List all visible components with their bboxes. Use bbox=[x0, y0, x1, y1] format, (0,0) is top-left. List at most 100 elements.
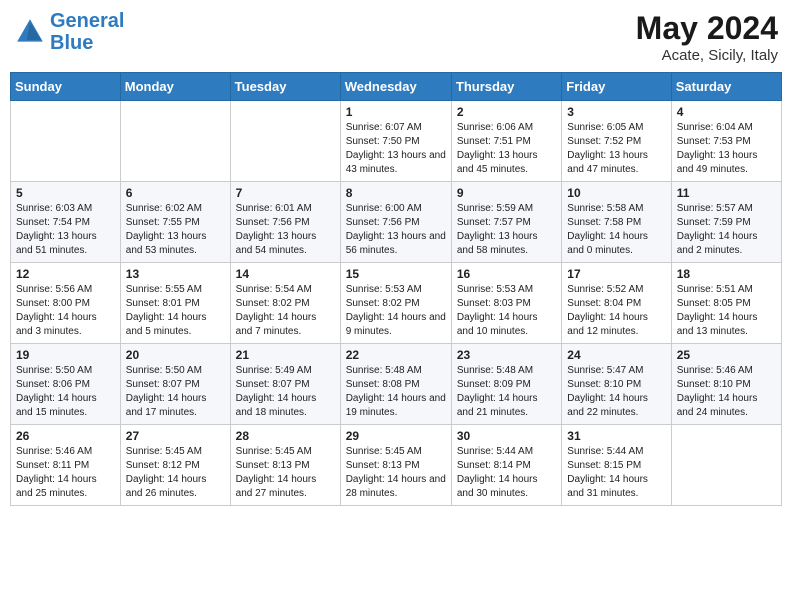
day-info: Sunrise: 5:48 AM Sunset: 8:08 PM Dayligh… bbox=[346, 364, 446, 420]
calendar-cell: 29 Sunrise: 5:45 AM Sunset: 8:13 PM Dayli… bbox=[340, 425, 451, 506]
day-number: 27 bbox=[126, 429, 225, 443]
day-number: 25 bbox=[677, 348, 776, 362]
day-info: Sunrise: 5:59 AM Sunset: 7:57 PM Dayligh… bbox=[457, 202, 556, 258]
day-number: 19 bbox=[16, 348, 115, 362]
day-info: Sunrise: 5:54 AM Sunset: 8:02 PM Dayligh… bbox=[236, 283, 335, 339]
weekday-header-saturday: Saturday bbox=[671, 73, 781, 101]
calendar-cell: 22 Sunrise: 5:48 AM Sunset: 8:08 PM Dayli… bbox=[340, 344, 451, 425]
logo-blue: Blue bbox=[50, 32, 93, 54]
calendar-week-row: 19 Sunrise: 5:50 AM Sunset: 8:06 PM Dayli… bbox=[11, 344, 782, 425]
calendar-cell bbox=[671, 425, 781, 506]
day-number: 1 bbox=[346, 105, 446, 119]
day-number: 15 bbox=[346, 267, 446, 281]
calendar-cell: 12Sunrise: 5:56 AM Sunset: 8:00 PM Dayli… bbox=[11, 263, 121, 344]
day-info: Sunrise: 5:53 AM Sunset: 8:03 PM Dayligh… bbox=[457, 283, 556, 339]
day-info: Sunrise: 6:06 AM Sunset: 7:51 PM Dayligh… bbox=[457, 121, 556, 177]
calendar-cell: 13 Sunrise: 5:55 AM Sunset: 8:01 PM Dayli… bbox=[120, 263, 230, 344]
calendar-cell: 15 Sunrise: 5:53 AM Sunset: 8:02 PM Dayli… bbox=[340, 263, 451, 344]
day-info: Sunrise: 5:55 AM Sunset: 8:01 PM Dayligh… bbox=[126, 283, 225, 339]
calendar-cell: 25 Sunrise: 5:46 AM Sunset: 8:10 PM Dayli… bbox=[671, 344, 781, 425]
day-number: 17 bbox=[567, 267, 665, 281]
calendar-table: SundayMondayTuesdayWednesdayThursdayFrid… bbox=[10, 72, 782, 506]
day-number: 9 bbox=[457, 186, 556, 200]
calendar-week-row: 12Sunrise: 5:56 AM Sunset: 8:00 PM Dayli… bbox=[11, 263, 782, 344]
weekday-header-tuesday: Tuesday bbox=[230, 73, 340, 101]
day-info: Sunrise: 6:04 AM Sunset: 7:53 PM Dayligh… bbox=[677, 121, 776, 177]
day-info: Sunrise: 5:45 AM Sunset: 8:13 PM Dayligh… bbox=[236, 445, 335, 501]
page-header: General Blue May 2024 Acate, Sicily, Ita… bbox=[10, 10, 782, 64]
day-info: Sunrise: 5:46 AM Sunset: 8:10 PM Dayligh… bbox=[677, 364, 776, 420]
day-info: Sunrise: 5:50 AM Sunset: 8:06 PM Dayligh… bbox=[16, 364, 115, 420]
calendar-cell: 8 Sunrise: 6:00 AM Sunset: 7:56 PM Daylig… bbox=[340, 182, 451, 263]
day-number: 31 bbox=[567, 429, 665, 443]
day-number: 22 bbox=[346, 348, 446, 362]
calendar-cell: 27 Sunrise: 5:45 AM Sunset: 8:12 PM Dayli… bbox=[120, 425, 230, 506]
day-number: 6 bbox=[126, 186, 225, 200]
day-info: Sunrise: 6:05 AM Sunset: 7:52 PM Dayligh… bbox=[567, 121, 665, 177]
day-info: Sunrise: 6:00 AM Sunset: 7:56 PM Dayligh… bbox=[346, 202, 446, 258]
day-number: 5 bbox=[16, 186, 115, 200]
calendar-cell: 11Sunrise: 5:57 AM Sunset: 7:59 PM Dayli… bbox=[671, 182, 781, 263]
day-number: 10 bbox=[567, 186, 665, 200]
day-info: Sunrise: 6:03 AM Sunset: 7:54 PM Dayligh… bbox=[16, 202, 115, 258]
day-number: 21 bbox=[236, 348, 335, 362]
logo-general: General bbox=[50, 10, 124, 32]
day-info: Sunrise: 6:07 AM Sunset: 7:50 PM Dayligh… bbox=[346, 121, 446, 177]
day-info: Sunrise: 5:47 AM Sunset: 8:10 PM Dayligh… bbox=[567, 364, 665, 420]
calendar-cell: 24Sunrise: 5:47 AM Sunset: 8:10 PM Dayli… bbox=[562, 344, 671, 425]
calendar-cell: 4 Sunrise: 6:04 AM Sunset: 7:53 PM Daylig… bbox=[671, 101, 781, 182]
day-number: 18 bbox=[677, 267, 776, 281]
calendar-cell: 7 Sunrise: 6:01 AM Sunset: 7:56 PM Daylig… bbox=[230, 182, 340, 263]
day-info: Sunrise: 5:58 AM Sunset: 7:58 PM Dayligh… bbox=[567, 202, 665, 258]
day-info: Sunrise: 6:02 AM Sunset: 7:55 PM Dayligh… bbox=[126, 202, 225, 258]
logo: General Blue bbox=[14, 10, 124, 54]
day-info: Sunrise: 5:49 AM Sunset: 8:07 PM Dayligh… bbox=[236, 364, 335, 420]
logo-text: General Blue bbox=[50, 10, 124, 54]
day-info: Sunrise: 6:01 AM Sunset: 7:56 PM Dayligh… bbox=[236, 202, 335, 258]
day-number: 4 bbox=[677, 105, 776, 119]
weekday-header-monday: Monday bbox=[120, 73, 230, 101]
weekday-header-wednesday: Wednesday bbox=[340, 73, 451, 101]
calendar-cell bbox=[120, 101, 230, 182]
day-info: Sunrise: 5:44 AM Sunset: 8:15 PM Dayligh… bbox=[567, 445, 665, 501]
calendar-cell: 21 Sunrise: 5:49 AM Sunset: 8:07 PM Dayli… bbox=[230, 344, 340, 425]
logo-icon bbox=[14, 16, 46, 48]
day-number: 16 bbox=[457, 267, 556, 281]
calendar-cell: 31 Sunrise: 5:44 AM Sunset: 8:15 PM Dayli… bbox=[562, 425, 671, 506]
day-info: Sunrise: 5:52 AM Sunset: 8:04 PM Dayligh… bbox=[567, 283, 665, 339]
calendar-cell: 19 Sunrise: 5:50 AM Sunset: 8:06 PM Dayli… bbox=[11, 344, 121, 425]
calendar-cell: 23Sunrise: 5:48 AM Sunset: 8:09 PM Dayli… bbox=[451, 344, 561, 425]
calendar-week-row: 1 Sunrise: 6:07 AM Sunset: 7:50 PM Daylig… bbox=[11, 101, 782, 182]
calendar-cell: 30 Sunrise: 5:44 AM Sunset: 8:14 PM Dayli… bbox=[451, 425, 561, 506]
day-number: 23 bbox=[457, 348, 556, 362]
calendar-cell bbox=[230, 101, 340, 182]
day-number: 20 bbox=[126, 348, 225, 362]
weekday-header-sunday: Sunday bbox=[11, 73, 121, 101]
weekday-header-friday: Friday bbox=[562, 73, 671, 101]
day-number: 29 bbox=[346, 429, 446, 443]
day-info: Sunrise: 5:57 AM Sunset: 7:59 PM Dayligh… bbox=[677, 202, 776, 258]
day-number: 3 bbox=[567, 105, 665, 119]
day-info: Sunrise: 5:53 AM Sunset: 8:02 PM Dayligh… bbox=[346, 283, 446, 339]
calendar-cell bbox=[11, 101, 121, 182]
month-title: May 2024 bbox=[636, 10, 778, 47]
location-text: Acate, Sicily, Italy bbox=[636, 47, 778, 64]
calendar-cell: 9 Sunrise: 5:59 AM Sunset: 7:57 PM Daylig… bbox=[451, 182, 561, 263]
day-number: 12 bbox=[16, 267, 115, 281]
calendar-cell: 3 Sunrise: 6:05 AM Sunset: 7:52 PM Daylig… bbox=[562, 101, 671, 182]
day-number: 2 bbox=[457, 105, 556, 119]
calendar-cell: 18 Sunrise: 5:51 AM Sunset: 8:05 PM Dayli… bbox=[671, 263, 781, 344]
day-info: Sunrise: 5:44 AM Sunset: 8:14 PM Dayligh… bbox=[457, 445, 556, 501]
calendar-cell: 10 Sunrise: 5:58 AM Sunset: 7:58 PM Dayli… bbox=[562, 182, 671, 263]
day-number: 7 bbox=[236, 186, 335, 200]
day-info: Sunrise: 5:51 AM Sunset: 8:05 PM Dayligh… bbox=[677, 283, 776, 339]
day-number: 8 bbox=[346, 186, 446, 200]
day-info: Sunrise: 5:45 AM Sunset: 8:12 PM Dayligh… bbox=[126, 445, 225, 501]
calendar-cell: 17 Sunrise: 5:52 AM Sunset: 8:04 PM Dayli… bbox=[562, 263, 671, 344]
calendar-cell: 26Sunrise: 5:46 AM Sunset: 8:11 PM Dayli… bbox=[11, 425, 121, 506]
day-info: Sunrise: 5:50 AM Sunset: 8:07 PM Dayligh… bbox=[126, 364, 225, 420]
day-number: 30 bbox=[457, 429, 556, 443]
calendar-cell: 28Sunrise: 5:45 AM Sunset: 8:13 PM Dayli… bbox=[230, 425, 340, 506]
day-number: 13 bbox=[126, 267, 225, 281]
day-info: Sunrise: 5:45 AM Sunset: 8:13 PM Dayligh… bbox=[346, 445, 446, 501]
